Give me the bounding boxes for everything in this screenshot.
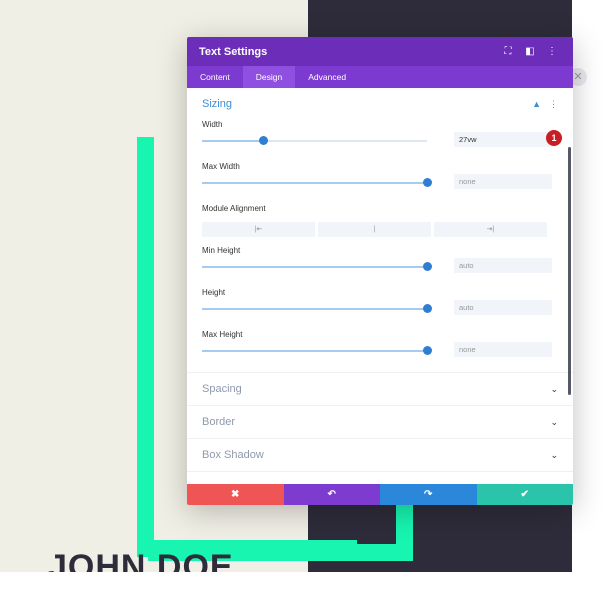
modal-tabs: Content Design Advanced xyxy=(187,66,573,88)
chevron-up-icon[interactable]: ▲ xyxy=(532,99,541,109)
modal-title: Text Settings xyxy=(199,45,268,58)
chevron-down-icon[interactable]: ⌄ xyxy=(550,417,558,428)
max-height-slider-fill xyxy=(202,350,427,352)
modal-header: Text Settings ⛶ ◧ ⋮ xyxy=(187,37,573,66)
align-right-button[interactable]: ⇥| xyxy=(434,222,547,237)
border-section[interactable]: Border ⌄ xyxy=(187,406,573,439)
box-shadow-title: Box Shadow xyxy=(202,449,264,461)
settings-modal: Text Settings ⛶ ◧ ⋮ Content Design Advan… xyxy=(187,37,573,505)
tab-content[interactable]: Content xyxy=(187,66,243,88)
bottom-strip xyxy=(0,572,610,609)
redo-button[interactable]: ↷ xyxy=(380,484,477,505)
max-width-input[interactable]: none xyxy=(454,174,552,189)
max-width-label: Max Width xyxy=(202,162,240,171)
modal-scrollbar[interactable] xyxy=(568,147,571,395)
max-width-field: Max Width none xyxy=(187,162,573,204)
modal-footer: ✖ ↶ ↷ ✔ xyxy=(187,484,573,505)
split-view-icon[interactable]: ◧ xyxy=(521,46,539,57)
section-options-icon[interactable]: ⋮ xyxy=(549,99,558,110)
width-field: Width 27vw 1 xyxy=(187,120,573,162)
expand-icon[interactable]: ⛶ xyxy=(499,46,517,57)
min-height-slider-handle[interactable] xyxy=(423,262,432,271)
width-label: Width xyxy=(202,120,223,129)
modal-body: Sizing ▲ ⋮ Width 27vw 1 Max Width none M… xyxy=(187,88,573,484)
align-center-button[interactable]: | xyxy=(318,222,431,237)
module-alignment-label: Module Alignment xyxy=(202,204,266,213)
height-slider[interactable] xyxy=(202,304,432,313)
max-width-slider-fill xyxy=(202,182,427,184)
max-width-slider[interactable] xyxy=(202,178,432,187)
cancel-button[interactable]: ✖ xyxy=(187,484,284,505)
sizing-section: Sizing ▲ ⋮ Width 27vw 1 Max Width none M… xyxy=(187,88,573,373)
height-input[interactable]: auto xyxy=(454,300,552,315)
sizing-title: Sizing xyxy=(202,98,232,110)
min-height-slider[interactable] xyxy=(202,262,432,271)
sizing-header[interactable]: Sizing ▲ ⋮ xyxy=(187,88,573,120)
height-slider-fill xyxy=(202,308,427,310)
module-alignment-field: Module Alignment |⇤ | ⇥| xyxy=(187,204,573,246)
undo-button[interactable]: ↶ xyxy=(283,484,380,505)
width-slider-handle[interactable] xyxy=(259,136,268,145)
alignment-options: |⇤ | ⇥| xyxy=(202,222,547,237)
max-height-slider-handle[interactable] xyxy=(423,346,432,355)
tab-advanced[interactable]: Advanced xyxy=(295,66,359,88)
align-left-button[interactable]: |⇤ xyxy=(202,222,315,237)
more-options-icon[interactable]: ⋮ xyxy=(543,46,561,57)
chevron-down-icon[interactable]: ⌄ xyxy=(550,384,558,395)
min-height-slider-fill xyxy=(202,266,427,268)
width-slider-fill xyxy=(202,140,263,142)
step-badge: 1 xyxy=(546,130,562,146)
tab-design[interactable]: Design xyxy=(242,66,296,88)
save-button[interactable]: ✔ xyxy=(476,484,573,505)
max-height-slider[interactable] xyxy=(202,346,432,355)
max-width-slider-handle[interactable] xyxy=(423,178,432,187)
spacing-title: Spacing xyxy=(202,383,242,395)
max-height-label: Max Height xyxy=(202,330,243,339)
max-height-input[interactable]: none xyxy=(454,342,552,357)
height-field: Height auto xyxy=(187,288,573,330)
border-title: Border xyxy=(202,416,236,428)
width-input[interactable]: 27vw xyxy=(454,132,552,147)
width-slider[interactable] xyxy=(202,136,427,145)
height-label: Height xyxy=(202,288,226,297)
min-height-field: Min Height auto xyxy=(187,246,573,288)
height-slider-handle[interactable] xyxy=(423,304,432,313)
spacing-section[interactable]: Spacing ⌄ xyxy=(187,373,573,406)
box-shadow-section[interactable]: Box Shadow ⌄ xyxy=(187,439,573,472)
min-height-input[interactable]: auto xyxy=(454,258,552,273)
max-height-field: Max Height none xyxy=(187,330,573,372)
chevron-down-icon[interactable]: ⌄ xyxy=(550,450,558,461)
min-height-label: Min Height xyxy=(202,246,241,255)
